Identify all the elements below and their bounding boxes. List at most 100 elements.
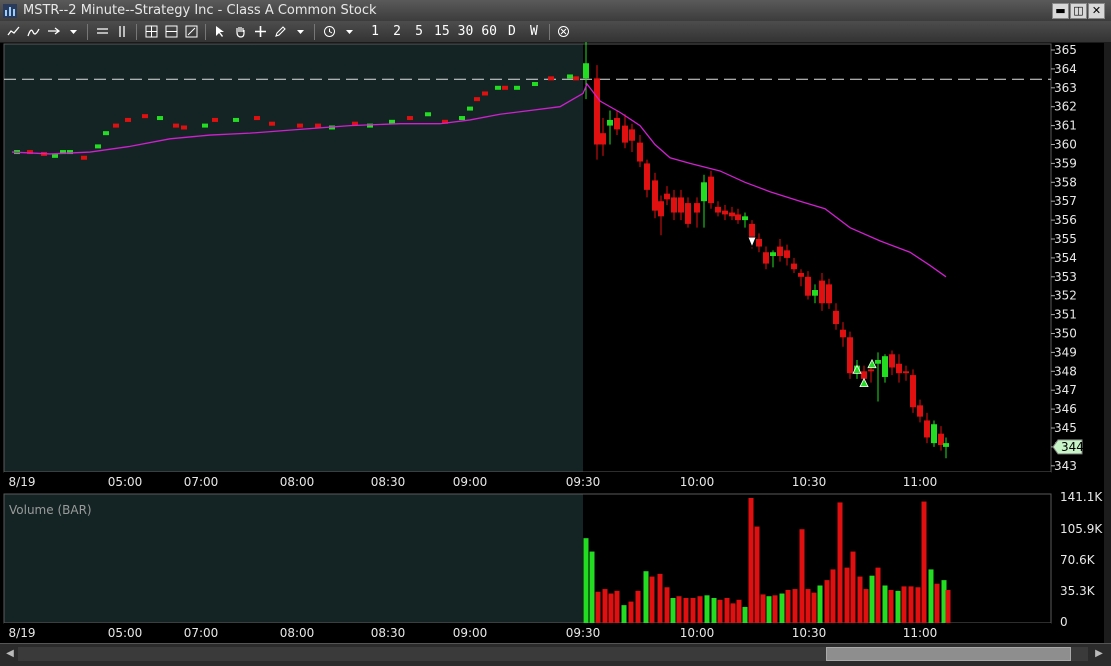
candle-body [658,201,664,217]
volume-time-label: 07:00 [184,626,219,640]
volume-pane[interactable]: Volume (BAR) 141.1K 105.9K 70.6K 35.3K 0 8/19 0… [3,490,1103,643]
candle-body [924,420,930,438]
split-window-icon[interactable] [162,23,180,40]
candle-body [708,176,714,204]
close-button[interactable]: ✕ [1088,3,1105,19]
candle-body [917,405,923,417]
candle-body [819,280,825,304]
scroll-thumb[interactable] [826,647,1071,661]
horizontal-lines-icon[interactable] [93,23,111,40]
toolbar-divider [136,23,137,40]
premarket-bar [389,119,395,124]
toolbar-divider [205,23,206,40]
volume-bar [850,551,856,623]
period-30-button[interactable]: 30 [455,23,477,40]
candle-body [840,329,846,338]
volume-bar [657,573,663,623]
volume-bar [643,571,649,623]
volume-bar [589,551,595,623]
zoom-box-icon[interactable] [182,23,200,40]
pencil-draw-icon[interactable] [271,23,289,40]
period-weekly-button[interactable]: W [524,23,544,40]
candle-body [600,133,606,145]
toolbar-divider [548,23,550,40]
volume-bar [799,529,805,623]
chevron-down-icon[interactable] [340,23,358,40]
candle-body [637,142,643,162]
volume-bar [704,595,710,623]
candle-body [910,375,916,408]
period-15-button[interactable]: 15 [431,23,453,40]
volume-bar [895,590,901,623]
volume-bar [830,569,836,623]
pointer-arrow-icon[interactable] [211,23,229,40]
scroll-left-button[interactable]: ◀ [3,647,17,661]
premarket-bar [125,117,131,122]
price-tick-label: 349 [1054,345,1077,359]
candle-body [805,276,811,296]
volume-bar [742,606,748,623]
candle-body [826,284,832,304]
period-60-button[interactable]: 60 [478,23,500,40]
candle-body [694,203,700,213]
volume-bar [844,567,850,623]
bar-style-icon[interactable] [4,23,22,40]
vertical-lines-icon[interactable] [113,23,131,40]
period-5-button[interactable]: 5 [409,23,429,40]
session-background [583,44,1051,472]
chevron-down-icon[interactable] [291,23,309,40]
premarket-bar [103,131,109,136]
volume-bar [772,595,778,623]
candle-body [701,182,707,202]
cancel-circle-icon[interactable] [555,23,573,40]
premarket-bar [482,91,488,96]
price-tick-label: 357 [1054,194,1077,208]
price-pane[interactable]: 365 364 363 362 361 360 359 358 357 356 355 354 353 3… [3,42,1084,492]
volume-bar [928,569,934,623]
volume-bar [602,589,608,623]
volume-tick-label: 141.1K [1060,490,1103,504]
current-price-label: 344 [1061,440,1084,454]
title-bar: MSTR--2 Minute--Strategy Inc - Class A C… [0,0,1111,22]
candle-body [742,216,748,221]
volume-time-label: 10:30 [792,626,827,640]
clock-interval-icon[interactable] [320,23,338,40]
crosshair-grid-icon[interactable] [142,23,160,40]
price-tick-label: 352 [1054,289,1077,303]
restore-button[interactable]: ◫ [1070,3,1087,19]
candle-body [833,310,839,325]
scroll-track[interactable] [18,647,1088,661]
chart-canvas[interactable]: 365 364 363 362 361 360 359 358 357 356 355 354 353 3… [0,42,1111,643]
link-icon[interactable] [44,23,62,40]
volume-bar [664,587,670,623]
price-tick-label: 348 [1054,364,1077,378]
chevron-down-icon[interactable] [64,23,82,40]
premarket-bar [297,123,303,128]
price-tick-label: 356 [1054,213,1077,227]
candle-body [664,193,670,200]
volume-bar [817,585,823,623]
volume-bar [683,597,689,623]
candle-body [847,337,853,374]
volume-bar [583,538,589,623]
price-tick-label: 360 [1054,138,1077,152]
volume-bar [628,601,634,623]
premarket-bar [532,82,538,87]
candle-body [896,363,902,374]
hand-pan-icon[interactable] [231,23,249,40]
chart-type-icon[interactable] [24,23,42,40]
price-tick-label: 353 [1054,270,1077,284]
volume-bar [792,589,798,623]
crosshair-icon[interactable] [251,23,269,40]
premarket-bar [181,125,187,130]
period-daily-button[interactable]: D [502,23,522,40]
volume-bar [608,593,614,623]
price-tick-label: 347 [1054,383,1077,397]
minimize-button[interactable]: ▬ [1052,3,1069,19]
scroll-right-button[interactable]: ▶ [1092,647,1106,661]
horizontal-scrollbar[interactable]: ◀ ▶ [0,643,1111,666]
price-tick-label: 351 [1054,308,1077,322]
volume-bar [736,599,742,623]
period-1-button[interactable]: 1 [365,23,385,40]
period-2-button[interactable]: 2 [387,23,407,40]
